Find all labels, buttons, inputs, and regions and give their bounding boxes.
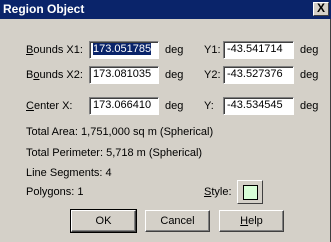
polygons-text: Polygons: 1 [26, 186, 84, 198]
help-button-rest: elp [248, 215, 263, 227]
ok-button[interactable]: OK [70, 209, 137, 233]
title-bar[interactable]: Region Object X [0, 0, 331, 19]
window-title: Region Object [3, 2, 85, 16]
bounds-y2-label: Y2: [204, 69, 221, 81]
center-x-unit: deg [165, 100, 184, 112]
center-y-field[interactable]: -43.534545 [223, 97, 294, 115]
bounds-x1-label: Bounds X1: [26, 44, 83, 56]
style-button[interactable] [237, 180, 263, 204]
bounds-x1-field[interactable]: 173.051785 [89, 41, 159, 59]
bounds-x1-unit: deg [165, 44, 184, 56]
bounds-x2-unit: deg [165, 69, 184, 81]
center-y-unit: deg [300, 100, 319, 112]
region-style-swatch-icon [243, 185, 258, 200]
help-button-key: H [240, 215, 249, 227]
region-object-dialog: Region Object X Bounds X1: 173.051785 de… [0, 0, 331, 242]
bounds-y1-label: Y1: [204, 44, 221, 56]
line-segments-text: Line Segments: 4 [26, 167, 112, 179]
close-icon: X [316, 1, 325, 15]
style-label: Style: [204, 186, 232, 198]
cancel-button[interactable]: Cancel [145, 210, 210, 232]
center-y-label: Y: [204, 100, 214, 112]
help-button[interactable]: Help [219, 210, 284, 232]
bounds-y1-field[interactable]: -43.541714 [223, 41, 294, 59]
total-perimeter-text: Total Perimeter: 5,718 m (Spherical) [26, 147, 203, 159]
bounds-y2-field[interactable]: -43.527376 [223, 66, 294, 84]
bounds-y2-unit: deg [300, 69, 319, 81]
center-x-label: Center X: [26, 100, 73, 112]
bounds-x2-field[interactable]: 173.081035 [89, 66, 159, 84]
center-x-field[interactable]: 173.066410 [89, 97, 159, 115]
bounds-y1-unit: deg [300, 44, 319, 56]
total-area-text: Total Area: 1,751,000 sq m (Spherical) [26, 126, 214, 138]
bounds-x2-label: Bounds X2: [26, 69, 83, 81]
close-button[interactable]: X [313, 2, 329, 16]
